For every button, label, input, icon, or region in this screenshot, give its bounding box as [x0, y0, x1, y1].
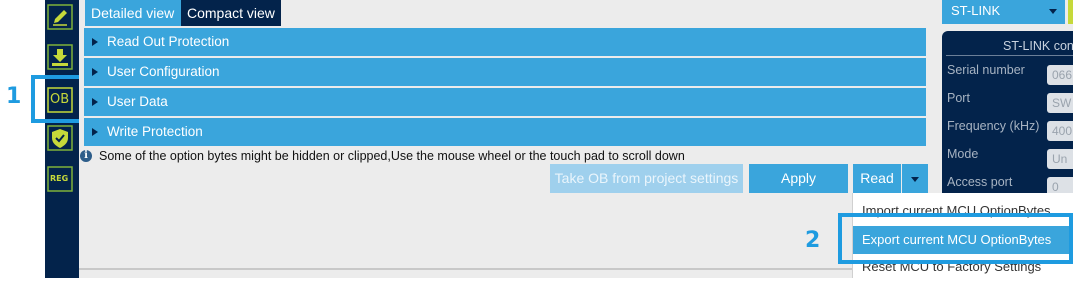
expand-arrow-icon: [92, 128, 98, 136]
read-button[interactable]: Read: [853, 164, 901, 193]
expand-arrow-icon: [92, 38, 98, 46]
section-label: Write Protection: [107, 124, 203, 139]
tab-detailed-view[interactable]: Detailed view: [85, 0, 181, 26]
take-ob-from-project-button[interactable]: Take OB from project settings: [550, 164, 743, 193]
section-write-protection[interactable]: Write Protection: [84, 118, 926, 146]
field-label-serial-number: Serial number: [947, 63, 1025, 77]
chevron-down-icon: [1049, 9, 1057, 14]
section-read-out-protection[interactable]: Read Out Protection: [84, 28, 926, 56]
probe-select[interactable]: ST-LINK: [942, 0, 1065, 24]
reg-label: REG: [50, 174, 69, 183]
section-user-data[interactable]: User Data: [84, 88, 926, 116]
tab-compact-view[interactable]: Compact view: [181, 0, 281, 26]
left-toolbar: OB REG: [45, 0, 79, 278]
frequency-field[interactable]: 400: [1047, 121, 1073, 141]
stlink-config-title: ST-LINK con: [1003, 39, 1073, 53]
serial-number-field[interactable]: 066: [1047, 65, 1073, 85]
section-label: Read Out Protection: [107, 34, 230, 49]
edit-icon[interactable]: [47, 4, 73, 30]
field-label-frequency: Frequency (kHz): [947, 119, 1040, 133]
shield-icon[interactable]: [47, 125, 73, 151]
chevron-down-icon: [911, 177, 919, 182]
expand-arrow-icon: [92, 68, 98, 76]
section-label: User Configuration: [107, 64, 220, 79]
divider: [946, 55, 1073, 56]
scroll-hint-text: Some of the option bytes might be hidden…: [99, 149, 685, 163]
probe-select-value: ST-LINK: [951, 3, 1001, 18]
download-icon[interactable]: [47, 44, 73, 70]
register-icon[interactable]: REG: [47, 166, 73, 192]
field-label-port: Port: [947, 91, 970, 105]
connect-button-edge[interactable]: [1068, 0, 1073, 24]
section-user-configuration[interactable]: User Configuration: [84, 58, 926, 86]
callout-box-2: [838, 213, 1073, 264]
port-field[interactable]: SW: [1047, 93, 1073, 113]
field-label-access-port: Access port: [947, 175, 1013, 189]
info-icon: i: [80, 150, 92, 162]
callout-number-1: 1: [6, 84, 22, 109]
callout-number-2: 2: [805, 228, 821, 253]
apply-button[interactable]: Apply: [749, 164, 848, 193]
horizontal-scrollbar[interactable]: [79, 268, 855, 270]
read-dropdown-button[interactable]: [902, 164, 928, 193]
mode-field[interactable]: Un: [1047, 149, 1073, 169]
field-label-mode: Mode: [947, 147, 979, 161]
expand-arrow-icon: [92, 98, 98, 106]
section-label: User Data: [107, 94, 168, 109]
